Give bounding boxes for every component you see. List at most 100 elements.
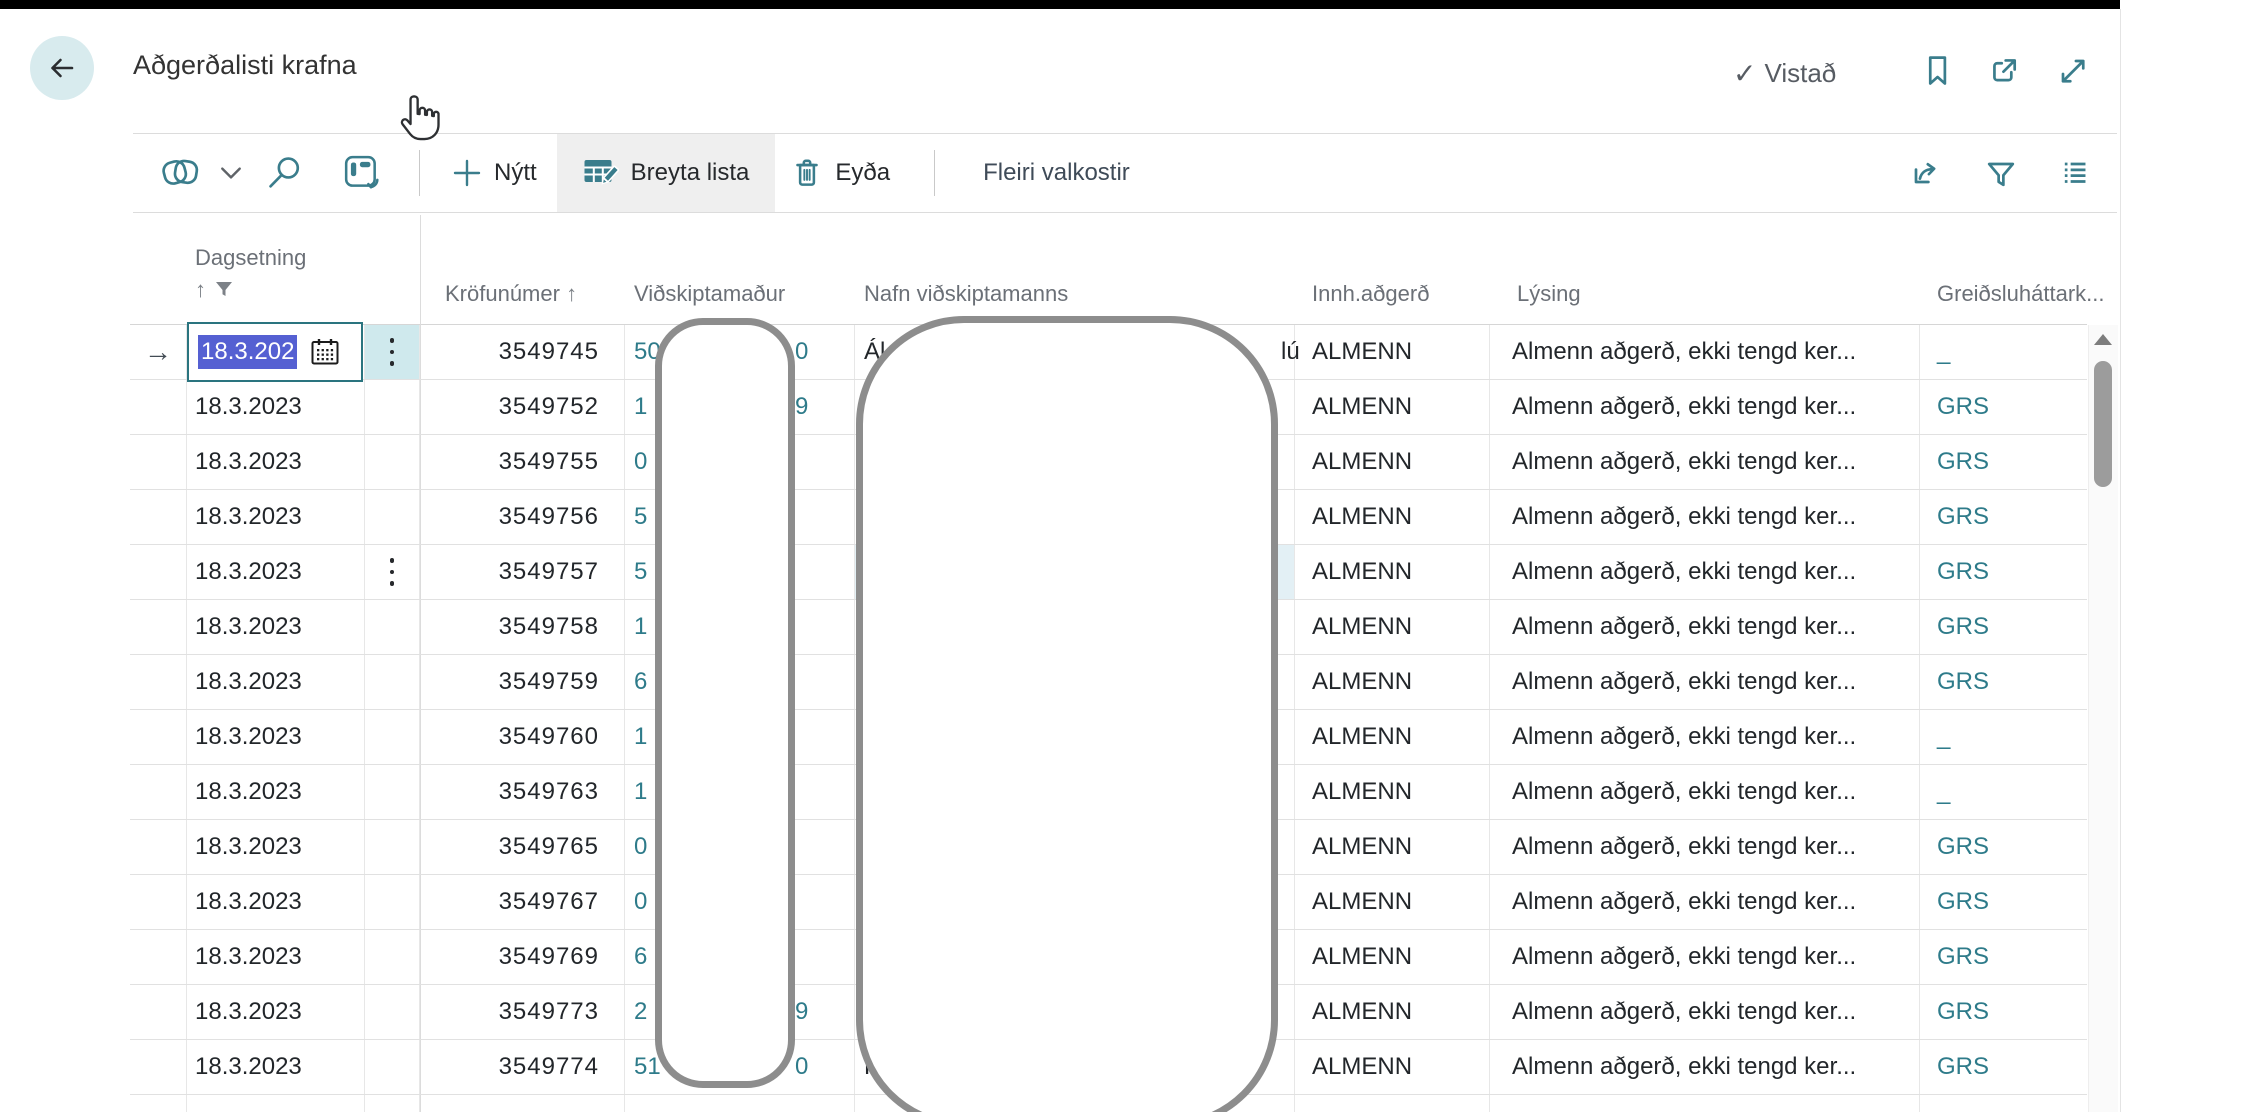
row-selector-cell[interactable]: → <box>130 820 187 874</box>
delete-button[interactable]: Eyða <box>791 155 890 191</box>
cell-payment[interactable]: GRS <box>1920 655 2087 709</box>
row-selector-cell[interactable]: → <box>130 490 187 544</box>
expand-page-button[interactable] <box>2053 52 2091 90</box>
cell-row-menu[interactable] <box>365 875 420 929</box>
cell-payment[interactable]: GRS <box>1920 930 2087 984</box>
cell-description[interactable]: Almenn aðgerð, ekki tengd ker... <box>1490 985 1920 1039</box>
cell-description[interactable]: Almenn aðgerð, ekki tengd ker... <box>1490 1040 1920 1094</box>
column-header-description[interactable]: Lýsing <box>1517 281 1581 307</box>
payment-code-link[interactable]: GRS <box>1937 998 1989 1026</box>
cell-action[interactable]: ALMENN <box>1295 545 1490 599</box>
cell-action[interactable]: ALMENN <box>1295 1040 1490 1094</box>
cell-claim-number[interactable]: 3549763 <box>420 765 625 819</box>
cell-row-menu[interactable] <box>365 380 420 434</box>
row-selector-cell[interactable]: → <box>130 875 187 929</box>
payment-code-link[interactable]: GRS <box>1937 943 1989 971</box>
cell-row-menu[interactable] <box>365 765 420 819</box>
customer-number-link[interactable]: 5 <box>634 558 647 586</box>
cell-date[interactable]: 18.3.2023 18.3.2023 <box>187 490 365 544</box>
cell-action[interactable]: ALMENN <box>1295 985 1490 1039</box>
cell-payment[interactable]: GRS <box>1920 600 2087 654</box>
row-selector-cell[interactable]: → <box>130 600 187 654</box>
cell-payment[interactable] <box>1920 1095 2087 1112</box>
cell-description[interactable]: Almenn aðgerð, ekki tengd ker... <box>1490 710 1920 764</box>
cell-date[interactable]: 18.3.2023 18.3.2023 <box>187 765 365 819</box>
filter-button[interactable] <box>1983 155 2019 191</box>
customer-number-link[interactable]: 0 <box>634 833 647 861</box>
back-button[interactable] <box>30 36 94 100</box>
cell-action[interactable]: ALMENN <box>1295 930 1490 984</box>
cell-claim-number[interactable]: 3549769 <box>420 930 625 984</box>
cell-claim-number[interactable]: 3549765 <box>420 820 625 874</box>
share-button[interactable] <box>1907 155 1943 191</box>
row-selector-cell[interactable]: → <box>130 545 187 599</box>
payment-code-link[interactable]: GRS <box>1937 393 1989 421</box>
cell-date[interactable]: 18.3.2023 18.3.2023 <box>187 710 365 764</box>
customer-number-link[interactable]: 1 <box>634 393 647 421</box>
row-selector-cell[interactable]: → <box>130 765 187 819</box>
cell-payment[interactable]: GRS <box>1920 490 2087 544</box>
column-header-customer[interactable]: Viðskiptamaður <box>634 281 785 307</box>
cell-claim-number[interactable]: 3549774 <box>420 1040 625 1094</box>
cell-claim-number[interactable]: 3549767 <box>420 875 625 929</box>
payment-code-link[interactable]: GRS <box>1937 448 1989 476</box>
cell-description[interactable]: Almenn aðgerð, ekki tengd ker... <box>1490 325 1920 379</box>
calendar-icon[interactable] <box>310 337 340 367</box>
edit-list-button[interactable]: Breyta lista <box>557 134 776 212</box>
cell-date[interactable]: 18.3.2023 18.3.2023 <box>187 545 365 599</box>
cell-description[interactable]: Almenn aðgerð, ekki tengd ker... <box>1490 435 1920 489</box>
cell-row-menu[interactable] <box>365 490 420 544</box>
payment-code-link[interactable]: GRS <box>1937 558 1989 586</box>
row-selector-cell[interactable]: → <box>130 325 187 379</box>
cell-claim-number[interactable]: 3549745 <box>420 325 625 379</box>
cell-action[interactable]: ALMENN <box>1295 875 1490 929</box>
cell-description[interactable]: Almenn aðgerð, ekki tengd ker... <box>1490 655 1920 709</box>
cell-row-menu[interactable] <box>365 435 420 489</box>
row-selector-cell[interactable]: → <box>130 655 187 709</box>
cell-action[interactable]: ALMENN <box>1295 820 1490 874</box>
column-header-date[interactable]: Dagsetning ↑ <box>195 245 306 303</box>
row-selector-cell[interactable] <box>130 1095 187 1112</box>
cell-action[interactable]: ALMENN <box>1295 765 1490 819</box>
cell-action[interactable]: ALMENN <box>1295 655 1490 709</box>
vertical-scrollbar[interactable] <box>2088 325 2118 1112</box>
payment-code-link[interactable]: GRS <box>1937 503 1989 531</box>
new-button[interactable]: Nýtt <box>452 158 537 188</box>
cell-claim-number[interactable]: 3549759 <box>420 655 625 709</box>
cell-action[interactable]: ALMENN <box>1295 490 1490 544</box>
payment-code-link[interactable]: GRS <box>1937 833 1989 861</box>
cell-row-menu[interactable] <box>365 1040 420 1094</box>
cell-date[interactable]: 18.3.2023 18.3.2023 <box>187 820 365 874</box>
cell-date[interactable]: 18.3.2023 18.3.2023 <box>187 600 365 654</box>
cell-claim-number[interactable]: 3549758 <box>420 600 625 654</box>
scrollbar-thumb[interactable] <box>2094 361 2112 487</box>
cell-row-menu[interactable] <box>365 710 420 764</box>
cell-claim-number[interactable]: 3549760 <box>420 710 625 764</box>
row-selector-cell[interactable]: → <box>130 710 187 764</box>
analyze-mode-button[interactable] <box>343 154 381 192</box>
cell-row-menu[interactable] <box>365 655 420 709</box>
customer-number-link[interactable]: 51 <box>634 1053 661 1081</box>
cell-date[interactable]: 18.3.2023 18.3.2023 <box>187 655 365 709</box>
cell-payment[interactable]: GRS <box>1920 875 2087 929</box>
customer-number-link[interactable]: 6 <box>634 943 647 971</box>
payment-code-link[interactable]: _ <box>1937 723 1950 751</box>
cell-action[interactable] <box>1295 1095 1490 1112</box>
customer-number-link[interactable]: 2 <box>634 998 647 1026</box>
cell-customer[interactable] <box>625 1095 855 1112</box>
cell-action[interactable]: ALMENN <box>1295 380 1490 434</box>
payment-code-link[interactable]: GRS <box>1937 1053 1989 1081</box>
cell-row-menu[interactable] <box>365 600 420 654</box>
customer-number-link[interactable]: 6 <box>634 668 647 696</box>
payment-code-link[interactable]: _ <box>1937 778 1950 806</box>
list-options-button[interactable] <box>2059 155 2095 191</box>
column-header-customer-name[interactable]: Nafn viðskiptamanns <box>864 281 1068 307</box>
cell-payment[interactable]: GRS <box>1920 380 2087 434</box>
row-selector-cell[interactable]: → <box>130 930 187 984</box>
column-header-action[interactable]: Innh.aðgerð <box>1312 281 1429 307</box>
cell-date[interactable]: 18.3.2023 18.3.2023 <box>187 875 365 929</box>
payment-code-link[interactable]: GRS <box>1937 613 1989 641</box>
search-button[interactable] <box>265 154 305 192</box>
more-options-button[interactable]: Fleiri valkostir <box>977 158 1136 188</box>
cell-payment[interactable]: GRS <box>1920 435 2087 489</box>
